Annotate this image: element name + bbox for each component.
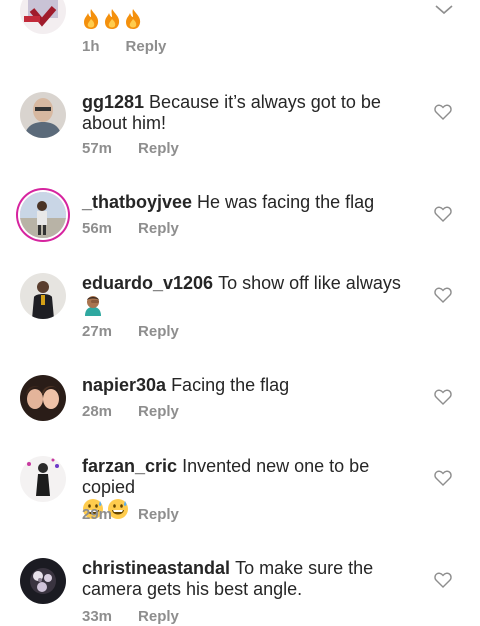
comment-item: napier30a Facing the flag 28m Reply (0, 375, 480, 427)
heart-outline-icon[interactable] (434, 287, 452, 303)
avatar[interactable] (20, 273, 66, 319)
timestamp: 57m (82, 140, 113, 157)
comment-item: 1h Reply (0, 0, 480, 60)
bald-man-avatar (20, 92, 66, 138)
suited-man-avatar (20, 273, 66, 319)
comment-body: Facing the flag (171, 375, 290, 395)
comment-meta: 27m Reply (82, 323, 179, 340)
comment-body: To show off like always (218, 273, 401, 293)
comment-item: _thatboyjvee He was facing the flag 56m R… (0, 192, 480, 244)
dark-figure-avatar (20, 456, 66, 502)
avatar[interactable] (20, 0, 66, 34)
reply-button[interactable]: Reply (138, 140, 179, 157)
reply-button[interactable]: Reply (138, 403, 179, 420)
heart-outline-icon[interactable] (434, 470, 452, 486)
comment-text: christineastandal To make sure the camera… (82, 558, 422, 600)
comment-text: _thatboyjvee He was facing the flag (82, 192, 422, 213)
avatar[interactable] (20, 92, 66, 138)
partial-avatar-icon (20, 0, 66, 34)
comment-meta: 57m Reply (82, 140, 179, 157)
heart-outline-icon[interactable] (434, 104, 452, 120)
chevron-down-icon[interactable] (434, 4, 454, 16)
reply-button[interactable]: Reply (126, 38, 167, 55)
comment-item: farzan_cric Invented new one to be copied… (0, 456, 480, 528)
emoji-group (82, 8, 142, 30)
fire-emoji-icon (105, 9, 120, 30)
comment-username[interactable]: christineastandal (82, 558, 230, 578)
comment-text: gg1281 Because it’s always got to be abou… (82, 92, 422, 134)
comment-text: napier30a Facing the flag (82, 375, 422, 396)
avatar[interactable] (20, 558, 66, 604)
two-women-avatar (20, 375, 66, 421)
comment-item: christineastandal To make sure the camera… (0, 558, 480, 626)
heart-outline-icon[interactable] (434, 572, 452, 588)
comment-meta: 29m Reply (82, 506, 179, 523)
reply-button[interactable]: Reply (138, 506, 179, 523)
comment-body: He was facing the flag (197, 192, 375, 212)
comment-meta: 33m Reply (82, 608, 179, 625)
fire-emoji-icon (126, 9, 141, 30)
timestamp: 27m (82, 323, 113, 340)
fire-emoji-icon (84, 9, 99, 30)
comment-username[interactable]: farzan_cric (82, 456, 177, 476)
heart-outline-icon[interactable] (434, 389, 452, 405)
comment-username[interactable]: eduardo_v1206 (82, 273, 213, 293)
comment-username[interactable]: napier30a (82, 375, 166, 395)
flowers-avatar (20, 558, 66, 604)
avatar[interactable] (20, 375, 66, 421)
comment-item: eduardo_v1206 To show off like always 27m… (0, 273, 480, 345)
timestamp: 29m (82, 506, 113, 523)
timestamp: 28m (82, 403, 113, 420)
comment-meta: 28m Reply (82, 403, 179, 420)
comment-text: eduardo_v1206 To show off like always (82, 273, 422, 317)
reply-button[interactable]: Reply (138, 323, 179, 340)
comment-username[interactable]: gg1281 (82, 92, 144, 112)
reply-button[interactable]: Reply (138, 220, 179, 237)
reply-button[interactable]: Reply (138, 608, 179, 625)
comment-meta: 1h Reply (82, 38, 166, 55)
avatar[interactable] (20, 192, 66, 238)
heart-outline-icon[interactable] (434, 206, 452, 222)
comment-username[interactable]: _thatboyjvee (82, 192, 192, 212)
comment-meta: 56m Reply (82, 220, 179, 237)
timestamp: 33m (82, 608, 113, 625)
timestamp: 56m (82, 220, 113, 237)
timestamp: 1h (82, 38, 100, 55)
avatar[interactable] (20, 456, 66, 502)
comment-item: gg1281 Because it’s always got to be abou… (0, 92, 480, 164)
comment-text (82, 8, 422, 30)
man-facepalming-emoji-icon (85, 296, 101, 317)
story-ring-avatar (20, 192, 66, 238)
